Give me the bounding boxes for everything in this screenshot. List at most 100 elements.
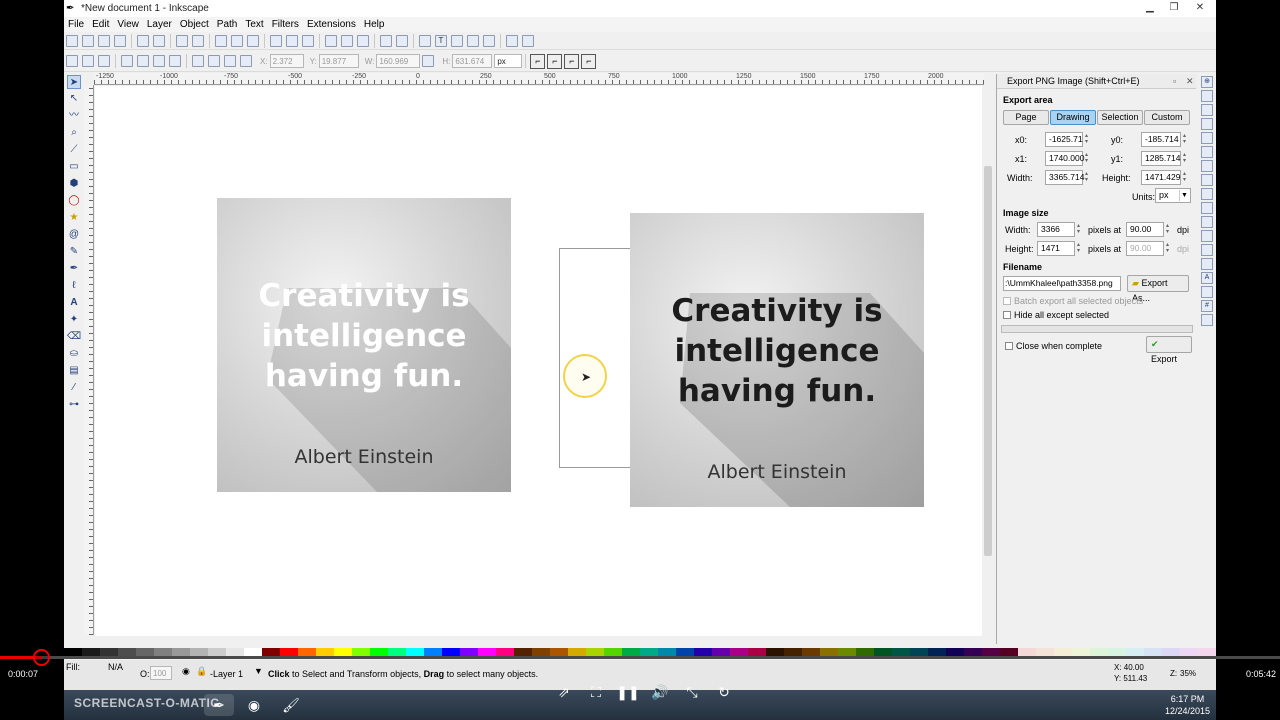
copy-icon[interactable] — [215, 34, 227, 47]
maximize-icon[interactable]: ❐ — [1162, 0, 1186, 14]
units-select[interactable]: px ▼ — [1155, 188, 1191, 203]
new-document-icon[interactable] — [66, 34, 78, 47]
clone-icon[interactable] — [341, 34, 353, 47]
zoom-page-icon[interactable] — [302, 34, 314, 47]
pen-tool-icon[interactable]: ✒ — [67, 262, 81, 276]
tweak-tool-icon[interactable]: 〰 — [67, 109, 81, 123]
move-patterns-icon[interactable]: ⌐ — [581, 53, 597, 69]
snap-bbox-midpoint-icon[interactable] — [1201, 132, 1213, 144]
pencil-tool-icon[interactable]: ✎ — [67, 245, 81, 259]
ungroup-icon[interactable] — [396, 34, 408, 47]
area-page-button[interactable]: Page — [1003, 110, 1049, 125]
zoom-value[interactable]: 35% — [1180, 669, 1196, 678]
video-seek-bar[interactable] — [0, 656, 1280, 659]
snap-grid-icon[interactable]: # — [1201, 300, 1213, 312]
xml-editor-icon[interactable] — [467, 34, 479, 47]
dpi-field[interactable]: 90.00 — [1126, 222, 1172, 237]
rectangle-tool-icon[interactable]: ▭ — [67, 160, 81, 174]
x1-field[interactable]: 1740.000 — [1045, 151, 1091, 166]
dialog-close-icon[interactable]: ✕ — [1186, 76, 1194, 87]
raise-icon[interactable] — [208, 55, 220, 67]
paint-taskbar-icon[interactable]: 🖌 — [276, 694, 306, 716]
export-button[interactable]: ✔ Export — [1146, 336, 1192, 364]
import-icon[interactable] — [137, 34, 149, 47]
zoom-drawing-icon[interactable] — [286, 34, 298, 47]
lock-icon[interactable]: 🔒 — [196, 666, 207, 677]
image-height-field[interactable]: 1471 — [1037, 241, 1083, 256]
image-width-field[interactable]: 3366 — [1037, 222, 1083, 237]
menu-view[interactable]: View — [113, 19, 143, 30]
quote-card-white[interactable]: Creativity is intelligence having fun. A… — [217, 198, 511, 492]
paint-bucket-tool-icon[interactable]: ⛀ — [67, 347, 81, 361]
snap-midpoints-icon[interactable] — [1201, 230, 1213, 242]
align-icon[interactable] — [483, 34, 495, 47]
selector-tool-icon[interactable]: ➤ — [67, 75, 81, 89]
snap-paths-icon[interactable] — [1201, 174, 1213, 186]
eraser-tool-icon[interactable]: ⌫ — [67, 330, 81, 344]
export-icon[interactable] — [153, 34, 165, 47]
flip-vertical-icon[interactable] — [169, 55, 181, 67]
scroll-thumb[interactable] — [984, 166, 992, 556]
fullscreen-icon[interactable]: ⛶ — [580, 684, 612, 701]
snap-bbox-center-icon[interactable] — [1201, 146, 1213, 158]
snap-intersections-icon[interactable] — [1201, 188, 1213, 200]
snap-smooth-icon[interactable] — [1201, 216, 1213, 228]
dialog-iconify-icon[interactable]: ▫ — [1173, 76, 1176, 86]
document-properties-icon[interactable] — [522, 34, 534, 47]
snap-toggle-icon[interactable]: ⊕ — [1201, 76, 1213, 88]
paste-icon[interactable] — [247, 34, 259, 47]
node-tool-icon[interactable]: ↖ — [67, 92, 81, 106]
snap-centers-icon[interactable] — [1201, 244, 1213, 256]
menu-layer[interactable]: Layer — [143, 19, 176, 30]
snap-bbox-edge-icon[interactable] — [1201, 104, 1213, 116]
dropper-tool-icon[interactable]: ⁄ — [67, 381, 81, 395]
menu-file[interactable]: File — [64, 19, 88, 30]
fill-stroke-icon[interactable] — [419, 34, 431, 47]
snap-nodes-icon[interactable] — [1201, 160, 1213, 172]
deselect-icon[interactable] — [98, 55, 110, 67]
connector-tool-icon[interactable]: ⊶ — [67, 398, 81, 412]
height-field[interactable]: 1471.429 — [1141, 170, 1189, 185]
w-field[interactable]: 160.969 — [376, 54, 421, 68]
unit-select[interactable]: px — [494, 54, 523, 68]
replay-icon[interactable]: ↻ — [708, 684, 740, 701]
inkscape-taskbar-icon[interactable]: ✒ — [204, 694, 234, 716]
shrink-icon[interactable]: ⤡ — [676, 684, 708, 701]
current-layer[interactable]: -Layer 1 — [210, 669, 243, 679]
star-tool-icon[interactable]: ★ — [67, 211, 81, 225]
scale-corners-icon[interactable]: ⌐ — [547, 53, 563, 69]
scale-stroke-icon[interactable]: ⌐ — [530, 53, 546, 69]
spray-tool-icon[interactable]: ✦ — [67, 313, 81, 327]
hide-all-checkbox[interactable] — [1003, 311, 1011, 319]
batch-export-checkbox[interactable] — [1003, 297, 1011, 305]
spiral-tool-icon[interactable]: @ — [67, 228, 81, 242]
area-selection-button[interactable]: Selection — [1097, 110, 1143, 125]
vertical-scrollbar[interactable] — [982, 86, 994, 636]
rotate-ccw-icon[interactable] — [121, 55, 133, 67]
unlink-clone-icon[interactable] — [357, 34, 369, 47]
print-icon[interactable] — [114, 34, 126, 47]
open-icon[interactable] — [82, 34, 94, 47]
snap-bbox-icon[interactable] — [1201, 90, 1213, 102]
cut-icon[interactable] — [231, 34, 243, 47]
layer-dropdown-icon[interactable]: ▼ — [254, 666, 263, 676]
lower-bottom-icon[interactable] — [240, 55, 252, 67]
menu-filters[interactable]: Filters — [268, 19, 303, 30]
eye-icon[interactable]: ◉ — [182, 666, 190, 677]
layers-icon[interactable] — [451, 34, 463, 47]
rotate-cw-icon[interactable] — [137, 55, 149, 67]
canvas[interactable]: Creativity is intelligence having fun. A… — [95, 86, 984, 636]
redo-icon[interactable] — [192, 34, 204, 47]
ellipse-tool-icon[interactable]: ◯ — [67, 194, 81, 208]
horizontal-scrollbar[interactable] — [95, 636, 984, 644]
snap-page-border-icon[interactable] — [1201, 286, 1213, 298]
snap-text-baseline-icon[interactable]: A — [1201, 272, 1213, 284]
text-font-icon[interactable]: T — [435, 34, 447, 47]
group-icon[interactable] — [380, 34, 392, 47]
menu-edit[interactable]: Edit — [88, 19, 113, 30]
snap-guide-icon[interactable] — [1201, 314, 1213, 326]
zoom-selection-icon[interactable] — [270, 34, 282, 47]
share-icon[interactable]: ⇗ — [548, 684, 580, 701]
area-drawing-button[interactable]: Drawing — [1050, 110, 1096, 125]
opacity-field[interactable]: 100 — [150, 666, 172, 680]
